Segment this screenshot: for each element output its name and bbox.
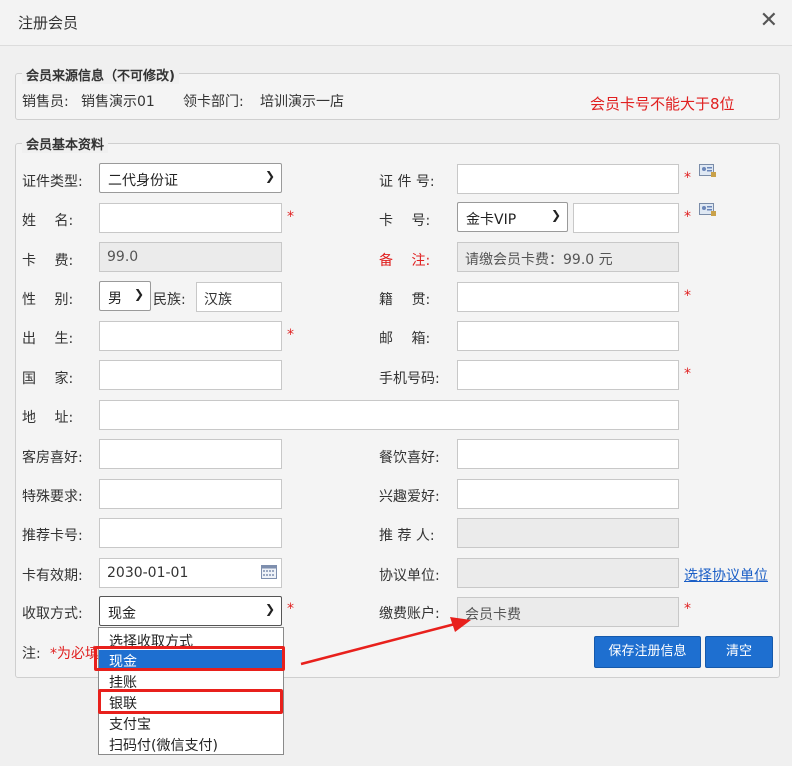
country-label: 国 家: bbox=[22, 371, 74, 387]
source-info-legend: 会员来源信息（不可修改) bbox=[22, 65, 179, 84]
close-icon[interactable]: ✕ bbox=[760, 8, 778, 34]
clear-button[interactable]: 清空 bbox=[705, 636, 773, 668]
chevron-down-icon: ❯ bbox=[264, 602, 275, 616]
required-star: * bbox=[287, 601, 294, 617]
phone-input[interactable] bbox=[457, 360, 679, 390]
card-type-value: 金卡VIP bbox=[466, 212, 517, 228]
ethnic-input[interactable]: 汉族 bbox=[196, 282, 282, 312]
salesperson-value: 销售演示01 bbox=[81, 94, 155, 110]
ethnic-label: 民族: bbox=[153, 292, 186, 308]
dept-label: 领卡部门: bbox=[183, 94, 244, 110]
annotation-arrow bbox=[300, 617, 471, 666]
required-star: * bbox=[684, 288, 691, 304]
required-star: * bbox=[684, 170, 691, 186]
referrer-input bbox=[457, 518, 679, 548]
gender-label: 性 别: bbox=[22, 292, 74, 308]
room-pref-label: 客房喜好: bbox=[22, 450, 83, 466]
agreement-label: 协议单位: bbox=[379, 568, 440, 584]
address-input[interactable] bbox=[99, 400, 679, 430]
country-input[interactable] bbox=[99, 360, 282, 390]
pay-method-value: 现金 bbox=[108, 606, 136, 622]
ref-card-label: 推荐卡号: bbox=[22, 528, 83, 544]
card-no-input[interactable] bbox=[573, 203, 679, 233]
email-label: 邮 箱: bbox=[379, 331, 431, 347]
annotation-highlight-unionpay bbox=[98, 689, 283, 714]
id-card-reader-icon[interactable] bbox=[699, 164, 717, 178]
gender-value: 男 bbox=[108, 291, 122, 307]
special-req-input[interactable] bbox=[99, 479, 282, 509]
id-card-reader-icon[interactable] bbox=[699, 203, 717, 217]
fee-input: 99.0 bbox=[99, 242, 282, 272]
calendar-icon[interactable] bbox=[261, 564, 277, 579]
native-input[interactable] bbox=[457, 282, 679, 312]
pay-account-input: 会员卡费 bbox=[457, 597, 679, 627]
required-star: * bbox=[684, 366, 691, 382]
expiry-input[interactable]: 2030-01-01 bbox=[99, 558, 282, 588]
dialog-titlebar: 注册会员 ✕ bbox=[0, 0, 792, 46]
save-register-button[interactable]: 保存注册信息 bbox=[594, 636, 701, 668]
chevron-down-icon: ❯ bbox=[133, 287, 144, 301]
annotation-highlight-cash bbox=[94, 646, 285, 671]
note-prefix: 注: bbox=[22, 646, 41, 662]
phone-label: 手机号码: bbox=[379, 371, 440, 387]
remark-label: 备 注: bbox=[379, 253, 431, 269]
required-star: * bbox=[287, 209, 294, 225]
required-star: * bbox=[684, 601, 691, 617]
referrer-label: 推 荐 人: bbox=[379, 528, 435, 544]
expiry-label: 卡有效期: bbox=[22, 568, 83, 584]
name-input[interactable] bbox=[99, 203, 282, 233]
room-pref-input[interactable] bbox=[99, 439, 282, 469]
address-label: 地 址: bbox=[22, 410, 74, 426]
id-type-value: 二代身份证 bbox=[108, 173, 178, 189]
card-type-select[interactable]: 金卡VIP ❯ bbox=[457, 202, 568, 232]
birth-label: 出 生: bbox=[22, 331, 74, 347]
dropdown-option[interactable]: 扫码付(微信支付) bbox=[99, 734, 283, 755]
id-no-label: 证 件 号: bbox=[379, 174, 435, 190]
dialog-title: 注册会员 bbox=[18, 14, 79, 32]
fee-label: 卡 费: bbox=[22, 253, 74, 269]
name-label: 姓 名: bbox=[22, 213, 74, 229]
dropdown-option[interactable]: 支付宝 bbox=[99, 713, 283, 734]
required-star: * bbox=[287, 327, 294, 343]
card-no-label: 卡 号: bbox=[379, 213, 431, 229]
gender-select[interactable]: 男 ❯ bbox=[99, 281, 151, 311]
id-type-label: 证件类型: bbox=[22, 174, 83, 190]
required-star: * bbox=[684, 209, 691, 225]
salesperson-label: 销售员: bbox=[22, 94, 69, 110]
birth-input[interactable] bbox=[99, 321, 282, 351]
food-pref-label: 餐饮喜好: bbox=[379, 450, 440, 466]
select-agreement-link[interactable]: 选择协议单位 bbox=[684, 565, 768, 585]
chevron-down-icon: ❯ bbox=[550, 208, 561, 222]
pay-method-select[interactable]: 现金 ❯ bbox=[99, 596, 282, 626]
food-pref-input[interactable] bbox=[457, 439, 679, 469]
special-req-label: 特殊要求: bbox=[22, 489, 83, 505]
hobby-label: 兴趣爱好: bbox=[379, 489, 440, 505]
ref-card-input[interactable] bbox=[99, 518, 282, 548]
id-no-input[interactable] bbox=[457, 164, 679, 194]
basic-info-legend: 会员基本资料 bbox=[22, 134, 109, 153]
chevron-down-icon: ❯ bbox=[264, 169, 275, 183]
expiry-value: 2030-01-01 bbox=[107, 565, 189, 581]
agreement-input bbox=[457, 558, 679, 588]
dept-value: 培训演示一店 bbox=[260, 94, 344, 110]
hobby-input[interactable] bbox=[457, 479, 679, 509]
id-type-select[interactable]: 二代身份证 ❯ bbox=[99, 163, 282, 193]
card-length-warning: 会员卡号不能大于8位 bbox=[590, 95, 735, 113]
required-note: *为必填 bbox=[50, 646, 99, 662]
pay-method-label: 收取方式: bbox=[22, 606, 83, 622]
native-label: 籍 贯: bbox=[379, 292, 431, 308]
email-input[interactable] bbox=[457, 321, 679, 351]
remark-input: 请缴会员卡费：99.0 元 bbox=[457, 242, 679, 272]
